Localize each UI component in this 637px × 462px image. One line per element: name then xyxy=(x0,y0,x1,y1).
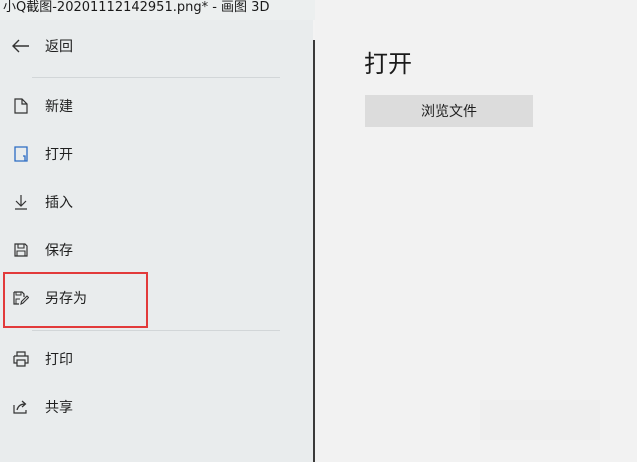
highlight-annotation xyxy=(3,272,148,328)
watermark xyxy=(480,400,600,440)
sidebar-item-insert[interactable]: 插入 xyxy=(0,184,280,220)
back-button[interactable]: 返回 xyxy=(0,28,280,64)
save-icon xyxy=(12,241,30,259)
sidebar-item-label: 打印 xyxy=(45,352,73,368)
sidebar-item-share[interactable]: 共享 xyxy=(0,389,280,425)
sidebar-separator xyxy=(32,330,280,331)
window-title: 小Q截图-20201112142951.png* - 画图 3D xyxy=(0,0,316,20)
sidebar-item-label: 打开 xyxy=(45,147,73,163)
sidebar-item-print[interactable]: 打印 xyxy=(0,341,280,377)
insert-arrow-icon xyxy=(12,193,30,211)
share-icon xyxy=(12,398,30,416)
browse-files-button[interactable]: 浏览文件 xyxy=(365,95,533,127)
sidebar-item-save[interactable]: 保存 xyxy=(0,232,280,268)
page-title: 打开 xyxy=(364,50,412,78)
sidebar-item-open[interactable]: 打开 xyxy=(0,136,280,172)
sidebar-item-label: 新建 xyxy=(45,99,73,115)
arrow-left-icon xyxy=(12,37,30,55)
print-icon xyxy=(12,350,30,368)
new-file-icon xyxy=(12,97,30,115)
back-label: 返回 xyxy=(45,39,73,55)
open-file-icon xyxy=(12,145,30,163)
sidebar-item-new[interactable]: 新建 xyxy=(0,88,280,124)
sidebar-item-label: 保存 xyxy=(45,243,73,259)
sidebar-item-label: 插入 xyxy=(45,195,73,211)
sidebar-item-label: 共享 xyxy=(45,400,73,416)
sidebar-separator xyxy=(32,77,280,78)
